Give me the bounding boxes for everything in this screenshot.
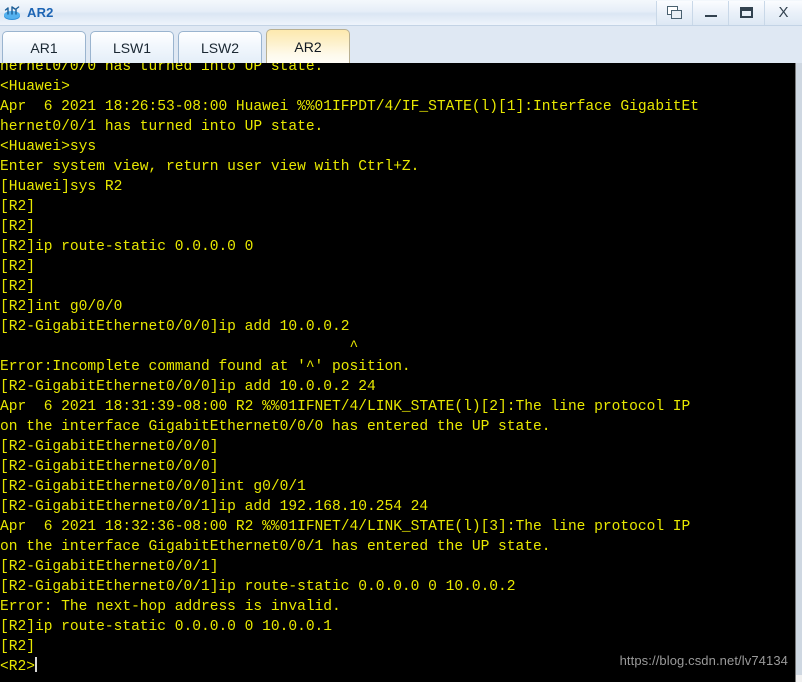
- terminal-line: [R2-GigabitEthernet0/0/0]: [0, 459, 219, 475]
- tab-label: AR1: [30, 39, 58, 56]
- terminal-scrollbar[interactable]: [795, 63, 802, 682]
- terminal-line: [R2]: [0, 259, 35, 275]
- text-cursor: [34, 657, 37, 672]
- close-icon: X: [778, 4, 789, 21]
- ar2-console-window: AR2 X AR1 LSW1 LSW2 AR2 hernet0/0/0 has …: [0, 0, 802, 682]
- terminal-line: [R2]int g0/0/0: [0, 299, 123, 315]
- watermark: https://blog.csdn.net/lv74134: [619, 653, 788, 668]
- minimize-icon: [704, 15, 717, 17]
- terminal-line: on the interface GigabitEthernet0/0/1 ha…: [0, 539, 551, 555]
- terminal-line: [R2-GigabitEthernet0/0/0]int g0/0/1: [0, 479, 306, 495]
- terminal-line: ^: [0, 339, 359, 355]
- terminal-prompt: <R2>: [0, 659, 35, 675]
- terminal-line: on the interface GigabitEthernet0/0/0 ha…: [0, 419, 551, 435]
- title-bar: AR2 X: [0, 0, 802, 26]
- tab-ar1[interactable]: AR1: [2, 31, 86, 63]
- restore-button[interactable]: [656, 0, 692, 25]
- terminal-line: Apr 6 2021 18:31:39-08:00 R2 %%01IFNET/4…: [0, 399, 691, 415]
- terminal-line: [R2]ip route-static 0.0.0.0 0: [0, 239, 254, 255]
- router-icon: [4, 5, 20, 20]
- terminal-line: Apr 6 2021 18:32:36-08:00 R2 %%01IFNET/4…: [0, 519, 691, 535]
- terminal-line: [R2]: [0, 279, 35, 295]
- terminal-line: [R2]: [0, 199, 35, 215]
- terminal-output-area[interactable]: hernet0/0/0 has turned into UP state. <Hu…: [0, 63, 802, 682]
- tab-lsw2[interactable]: LSW2: [178, 31, 262, 63]
- tab-strip: AR1 LSW1 LSW2 AR2: [0, 26, 802, 63]
- maximize-button[interactable]: [728, 0, 764, 25]
- terminal-line: [R2-GigabitEthernet0/0/1]ip route-static…: [0, 579, 516, 595]
- close-button[interactable]: X: [764, 0, 802, 25]
- terminal-line: hernet0/0/0 has turned into UP state.: [0, 63, 324, 75]
- maximize-icon: [740, 7, 753, 18]
- terminal-line: [R2]ip route-static 0.0.0.0 0 10.0.0.1: [0, 619, 333, 635]
- terminal-line: Error:Incomplete command found at '^' po…: [0, 359, 411, 375]
- terminal-line: [R2-GigabitEthernet0/0/0]ip add 10.0.0.2: [0, 319, 350, 335]
- tab-label: AR2: [294, 38, 322, 55]
- terminal-line: Enter system view, return user view with…: [0, 159, 420, 175]
- terminal-line: <Huawei>sys: [0, 139, 97, 155]
- tab-ar2[interactable]: AR2: [266, 29, 350, 63]
- restore-icon: [666, 5, 683, 20]
- minimize-button[interactable]: [692, 0, 728, 25]
- terminal-line: Apr 6 2021 18:26:53-08:00 Huawei %%01IFP…: [0, 99, 700, 115]
- terminal-line: [Huawei]sys R2: [0, 179, 123, 195]
- scrollbar-thumb[interactable]: [796, 63, 802, 675]
- terminal-line: [R2-GigabitEthernet0/0/0]ip add 10.0.0.2…: [0, 379, 376, 395]
- terminal-line: <Huawei>: [0, 79, 70, 95]
- tab-label: LSW1: [112, 39, 152, 56]
- tab-label: LSW2: [200, 39, 240, 56]
- tab-lsw1[interactable]: LSW1: [90, 31, 174, 63]
- terminal-line: hernet0/0/1 has turned into UP state.: [0, 119, 324, 135]
- terminal-line: [R2-GigabitEthernet0/0/0]: [0, 439, 219, 455]
- terminal-line: Error: The next-hop address is invalid.: [0, 599, 341, 615]
- terminal-line: [R2-GigabitEthernet0/0/1]ip add 192.168.…: [0, 499, 429, 515]
- terminal-line: [R2]: [0, 219, 35, 235]
- terminal-line: [R2-GigabitEthernet0/0/1]: [0, 559, 219, 575]
- window-title: AR2: [27, 5, 54, 20]
- terminal-text: hernet0/0/0 has turned into UP state. <Hu…: [0, 63, 795, 677]
